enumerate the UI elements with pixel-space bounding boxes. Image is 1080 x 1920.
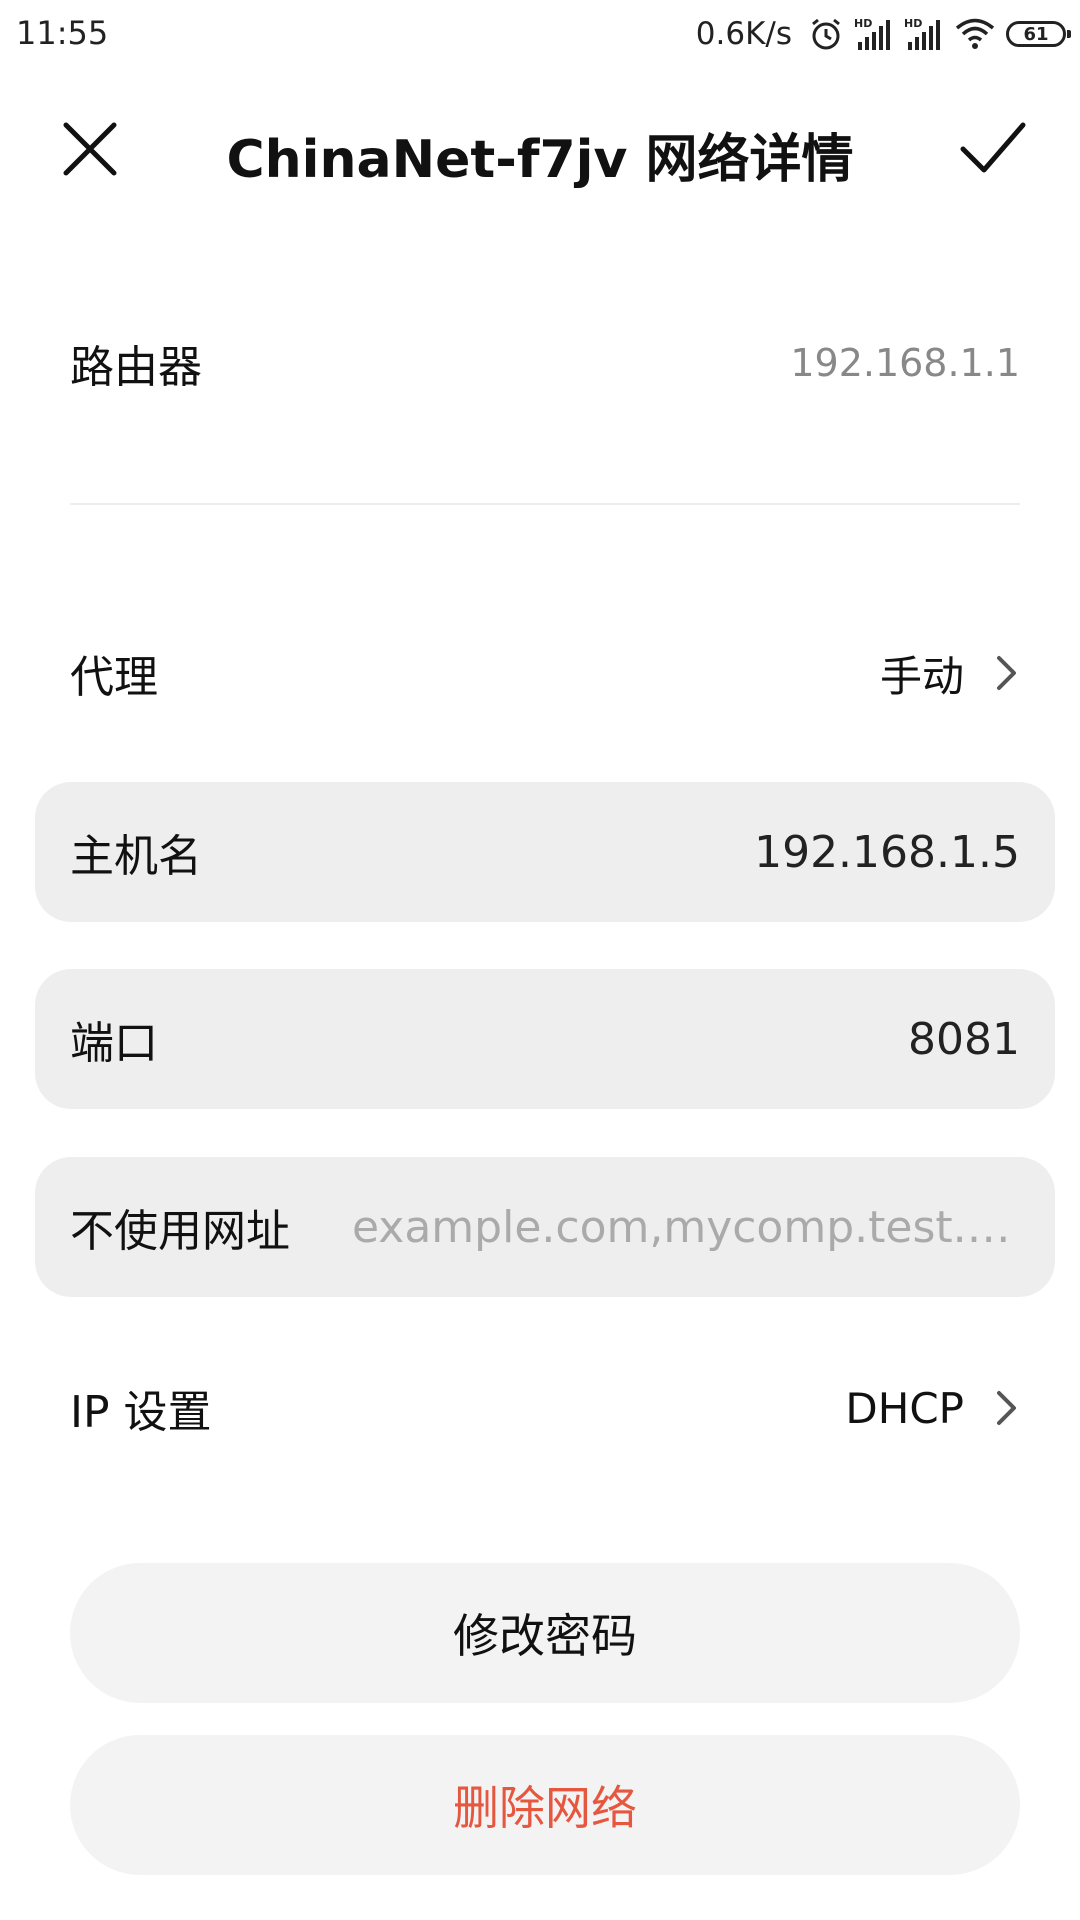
bypass-field[interactable]: 不使用网址	[35, 1157, 1055, 1297]
hd-signal-icon: HD	[854, 17, 890, 50]
hostname-field[interactable]: 主机名 192.168.1.5	[35, 782, 1055, 922]
router-value: 192.168.1.1	[790, 341, 1020, 385]
hostname-value[interactable]: 192.168.1.5	[754, 827, 1020, 878]
bypass-input[interactable]	[350, 1200, 1020, 1254]
battery-icon: 61	[1006, 21, 1071, 47]
ip-settings-row[interactable]: IP 设置 DHCP	[70, 1373, 1020, 1443]
delete-network-button[interactable]: 删除网络	[70, 1735, 1020, 1875]
proxy-value: 手动	[879, 651, 964, 701]
proxy-value-wrap: 手动	[880, 643, 1020, 704]
ip-settings-label: IP 设置	[70, 1387, 212, 1438]
hostname-label: 主机名	[70, 831, 202, 882]
network-speed: 0.6K/s	[695, 16, 792, 52]
battery-level: 61	[1023, 23, 1049, 45]
port-value[interactable]: 8081	[908, 1014, 1020, 1065]
router-row: 路由器 192.168.1.1	[70, 328, 1020, 398]
proxy-row[interactable]: 代理 手动	[70, 638, 1020, 708]
wifi-icon	[955, 18, 995, 49]
hd-signal-icon: HD	[904, 17, 940, 50]
chevron-right-icon	[997, 1391, 1016, 1425]
status-bar: 11:55 0.6K/s HD HD 61	[0, 0, 1080, 68]
status-time: 11:55	[16, 14, 109, 52]
svg-text:HD: HD	[904, 17, 922, 30]
bypass-label: 不使用网址	[70, 1206, 290, 1257]
alarm-icon	[812, 18, 840, 50]
page-title: ChinaNet-f7jv 网络详情	[226, 130, 854, 190]
close-icon[interactable]	[58, 117, 122, 181]
chevron-right-icon	[997, 656, 1016, 690]
router-label: 路由器	[70, 342, 202, 393]
ip-settings-value-wrap: DHCP	[845, 1384, 1020, 1433]
status-icons: 0.6K/s HD HD 61	[695, 12, 1071, 56]
ip-settings-value: DHCP	[845, 1383, 964, 1433]
title-bar: ChinaNet-f7jv 网络详情	[0, 95, 1080, 205]
svg-text:HD: HD	[854, 17, 872, 30]
port-field[interactable]: 端口 8081	[35, 969, 1055, 1109]
check-icon[interactable]	[958, 115, 1028, 181]
port-label: 端口	[70, 1018, 158, 1069]
change-password-button[interactable]: 修改密码	[70, 1563, 1020, 1703]
proxy-label: 代理	[70, 652, 158, 703]
divider	[70, 503, 1020, 505]
